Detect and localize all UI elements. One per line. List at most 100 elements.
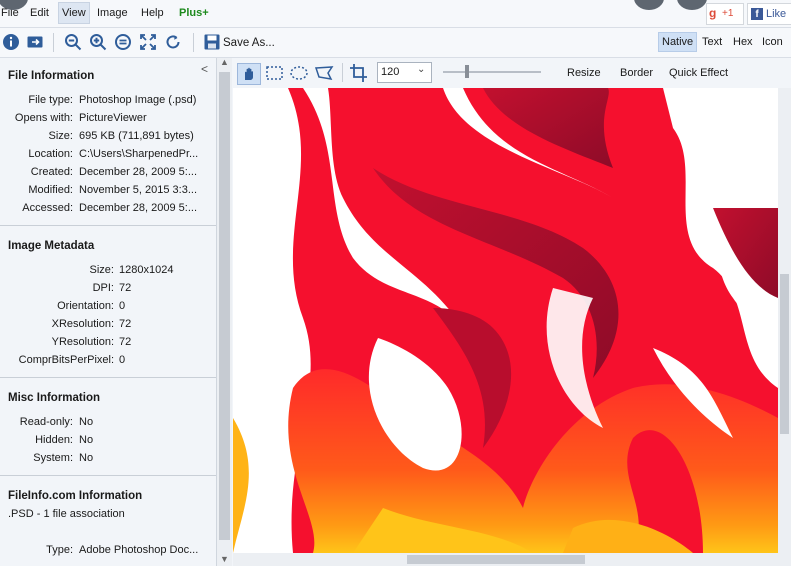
view-mode-text[interactable]: Text: [702, 36, 722, 48]
collapse-sidebar-button[interactable]: <: [201, 62, 208, 76]
hidden-label: Hidden:: [35, 434, 73, 446]
canvas-horizontal-scrollbar[interactable]: [233, 553, 778, 566]
yresolution-value: 72: [119, 336, 132, 348]
association-type-value: Adobe Photoshop Doc...: [79, 544, 199, 556]
file-association-link[interactable]: .PSD - 1 file association: [8, 508, 125, 520]
canvas-vscroll-thumb[interactable]: [780, 274, 789, 434]
accessed-value: December 28, 2009 5:...: [79, 202, 198, 214]
menu-view[interactable]: View: [58, 2, 90, 24]
zoom-level-value: 120: [381, 66, 400, 78]
social-buttons: g +1 f Like: [704, 2, 791, 26]
read-only-value: No: [79, 416, 94, 428]
zoom-out-icon[interactable]: [64, 33, 82, 51]
section-divider: [0, 225, 216, 226]
created-value: December 28, 2009 5:...: [79, 166, 198, 178]
menu-help[interactable]: Help: [141, 7, 164, 19]
open-folder-icon[interactable]: [26, 33, 44, 51]
section-title-fileinfo-com: FileInfo.com Information: [8, 490, 143, 502]
overlay-circle-icon: [634, 0, 664, 10]
rect-select-icon[interactable]: [264, 63, 286, 83]
file-type-label: File type:: [28, 94, 73, 106]
size-value: 695 KB (711,891 bytes): [79, 130, 194, 142]
accessed-label: Accessed:: [22, 202, 73, 214]
zoom-slider-track[interactable]: [443, 71, 541, 73]
section-divider: [0, 377, 216, 378]
fit-to-window-icon[interactable]: [139, 33, 157, 51]
zoom-level-select[interactable]: 120 ⌄: [377, 62, 432, 83]
dpi-value: 72: [119, 282, 132, 294]
image-size-label: Size:: [89, 264, 114, 276]
sidebar-scroll-thumb[interactable]: [219, 72, 230, 540]
menu-image[interactable]: Image: [97, 7, 128, 19]
facebook-icon: f: [751, 8, 763, 20]
google-plus-label: +1: [722, 8, 734, 19]
compr-bits-value: 0: [119, 354, 126, 366]
resize-button[interactable]: Resize: [567, 67, 601, 79]
canvas-hscroll-thumb[interactable]: [407, 555, 585, 564]
orientation-value: 0: [119, 300, 126, 312]
hidden-value: No: [79, 434, 94, 446]
quick-effect-button[interactable]: Quick Effect: [669, 67, 728, 79]
xresolution-label: XResolution:: [51, 318, 114, 330]
save-icon[interactable]: [203, 33, 221, 51]
lasso-select-icon[interactable]: [313, 63, 335, 83]
info-icon[interactable]: [2, 33, 20, 51]
facebook-like-button[interactable]: f Like: [747, 3, 791, 25]
modified-value: November 5, 2015 3:3...: [79, 184, 198, 196]
chevron-down-icon: ⌄: [417, 64, 426, 75]
opens-with-value: PictureViewer: [79, 112, 147, 124]
toolbar-divider: [193, 33, 194, 52]
canvas-vertical-scrollbar[interactable]: [778, 88, 791, 566]
section-title-misc-info: Misc Information: [8, 392, 101, 404]
ellipse-select-icon[interactable]: [288, 63, 310, 83]
section-divider: [0, 475, 216, 476]
menu-edit[interactable]: Edit: [30, 7, 49, 19]
main-toolbar: Save As... Native Text Hex Icon: [0, 28, 791, 58]
menu-bar: File Edit View Image Help Plus+ g +1 f L…: [0, 0, 791, 28]
dpi-label: DPI:: [92, 282, 114, 294]
crop-icon[interactable]: [348, 63, 370, 83]
save-as-button[interactable]: Save As...: [223, 37, 275, 49]
created-label: Created:: [30, 166, 73, 178]
system-value: No: [79, 452, 94, 464]
editor-toolbar: 120 ⌄ Resize Border Quick Effect: [233, 58, 791, 87]
google-plus-icon: g: [709, 6, 717, 20]
scroll-up-arrow-icon[interactable]: ▲: [220, 57, 229, 67]
toolbar-divider: [53, 33, 54, 52]
view-mode-hex[interactable]: Hex: [733, 36, 753, 48]
overlay-more-icon: [677, 0, 707, 10]
section-title-image-metadata: Image Metadata: [8, 240, 95, 252]
google-plus-button[interactable]: g +1: [706, 3, 744, 25]
image-size-value: 1280x1024: [119, 264, 174, 276]
rotate-icon[interactable]: [164, 33, 182, 51]
sidebar-scrollbar[interactable]: ▲ ▼: [217, 57, 232, 566]
actual-size-icon[interactable]: [114, 33, 132, 51]
border-button[interactable]: Border: [620, 67, 653, 79]
hand-tool-button[interactable]: [237, 63, 261, 85]
image-canvas[interactable]: [233, 88, 778, 553]
size-label: Size:: [48, 130, 73, 142]
compr-bits-label: ComprBitsPerPixel:: [18, 354, 114, 366]
info-sidebar: < File Information File type: Photoshop …: [0, 58, 217, 566]
location-label: Location:: [28, 148, 73, 160]
location-value: C:\Users\SharpenedPr...: [79, 148, 199, 160]
toolbar-divider: [342, 63, 343, 82]
xresolution-value: 72: [119, 318, 132, 330]
yresolution-label: YResolution:: [51, 336, 114, 348]
zoom-in-icon[interactable]: [89, 33, 107, 51]
zoom-slider-handle[interactable]: [465, 65, 469, 78]
scroll-down-arrow-icon[interactable]: ▼: [220, 554, 229, 564]
view-mode-native[interactable]: Native: [658, 32, 698, 52]
read-only-label: Read-only:: [19, 416, 73, 428]
association-type-label: Type:: [46, 544, 73, 556]
menu-plus[interactable]: Plus+: [179, 7, 209, 19]
view-mode-icon[interactable]: Icon: [762, 36, 783, 48]
orientation-label: Orientation:: [57, 300, 114, 312]
flame-artwork: [233, 88, 778, 553]
system-label: System:: [33, 452, 73, 464]
facebook-like-label: Like: [766, 8, 787, 20]
hand-icon: [245, 67, 253, 80]
section-title-file-info: File Information: [8, 70, 95, 82]
opens-with-label: Opens with:: [14, 112, 73, 124]
modified-label: Modified:: [28, 184, 73, 196]
